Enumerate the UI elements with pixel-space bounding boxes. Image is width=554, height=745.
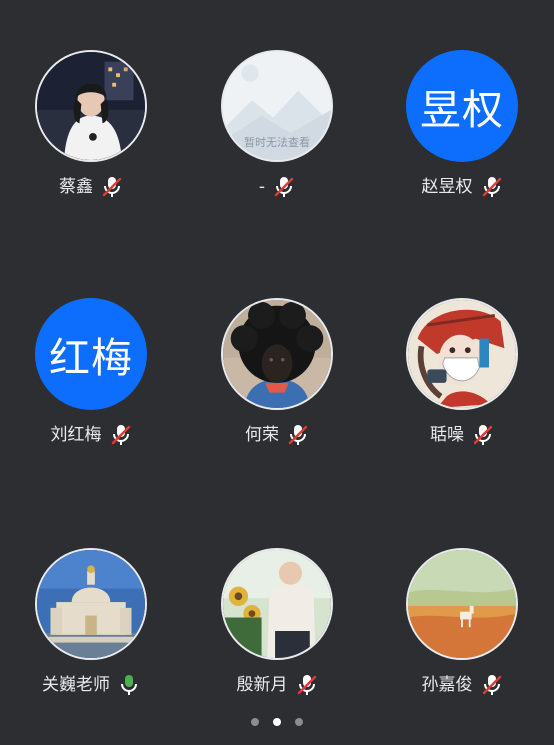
photo-woman-night-icon xyxy=(37,52,145,160)
participant-avatar: 暂时无法查看 xyxy=(221,50,333,162)
participant-avatar xyxy=(35,50,147,162)
participant-name-row: 赵昱权 xyxy=(422,174,503,200)
video-call-participant-grid-screen: 蔡鑫 暂时无法查看 - 昱权 赵昱权 红梅 刘红梅 何荣 聒噪 关巍老师 殷新月… xyxy=(0,0,554,745)
participant-name-row: 关巍老师 xyxy=(42,672,140,698)
participant-avatar xyxy=(406,298,518,410)
participant-name: 何荣 xyxy=(245,425,279,445)
participant-tile[interactable]: 何荣 xyxy=(192,298,362,468)
participant-tile[interactable]: 昱权 赵昱权 xyxy=(377,50,547,220)
participant-name-row: 刘红梅 xyxy=(51,422,132,448)
participant-grid: 蔡鑫 暂时无法查看 - 昱权 赵昱权 红梅 刘红梅 何荣 聒噪 关巍老师 殷新月… xyxy=(0,0,554,745)
participant-name-row: 聒噪 xyxy=(430,422,494,448)
mic-muted-icon xyxy=(110,423,132,447)
mic-muted-icon xyxy=(481,673,503,697)
participant-tile[interactable]: 暂时无法查看 - xyxy=(192,50,362,220)
participant-name-row: 何荣 xyxy=(245,422,309,448)
participant-avatar xyxy=(221,548,333,660)
participant-tile[interactable]: 关巍老师 xyxy=(6,548,176,718)
participant-name: - xyxy=(258,177,266,197)
participant-name-row: 殷新月 xyxy=(237,672,318,698)
participant-name: 关巍老师 xyxy=(42,675,110,695)
participant-tile[interactable]: 聒噪 xyxy=(377,298,547,468)
participant-name: 殷新月 xyxy=(236,675,288,695)
page-indicator xyxy=(0,718,554,726)
painting-field-deer-icon xyxy=(408,550,516,658)
anime-girl-mask-icon xyxy=(408,300,516,408)
participant-name: 聒噪 xyxy=(430,425,464,445)
participant-avatar-text: 红梅 xyxy=(35,298,147,410)
photo-afro-hair-icon xyxy=(223,300,331,408)
page-dot-1[interactable] xyxy=(251,718,259,726)
cathedral-photo-icon xyxy=(37,550,145,658)
participant-avatar xyxy=(35,548,147,660)
participant-name: 孙嘉俊 xyxy=(421,675,473,695)
participant-avatar xyxy=(221,298,333,410)
mic-muted-icon xyxy=(273,175,295,199)
participant-name-row: 孙嘉俊 xyxy=(422,672,503,698)
photo-person-sunflowers-icon xyxy=(223,550,331,658)
participant-avatar-text: 昱权 xyxy=(406,50,518,162)
mic-muted-icon xyxy=(101,175,123,199)
page-dot-3[interactable] xyxy=(295,718,303,726)
mic-muted-icon xyxy=(287,423,309,447)
participant-tile[interactable]: 殷新月 xyxy=(192,548,362,718)
participant-tile[interactable]: 孙嘉俊 xyxy=(377,548,547,718)
mic-muted-icon xyxy=(472,423,494,447)
mic-muted-icon xyxy=(481,175,503,199)
image-unavailable-caption: 暂时无法查看 xyxy=(244,136,310,149)
participant-name-row: 蔡鑫 xyxy=(59,174,123,200)
participant-avatar xyxy=(406,548,518,660)
participant-name: 赵昱权 xyxy=(421,177,473,197)
participant-name-row: - xyxy=(259,174,295,200)
mic-muted-icon xyxy=(296,673,318,697)
participant-tile[interactable]: 红梅 刘红梅 xyxy=(6,298,176,468)
mic-active-icon xyxy=(118,673,140,697)
participant-tile[interactable]: 蔡鑫 xyxy=(6,50,176,220)
page-dot-2-active[interactable] xyxy=(273,718,281,726)
participant-name: 蔡鑫 xyxy=(59,177,93,197)
participant-name: 刘红梅 xyxy=(50,425,102,445)
